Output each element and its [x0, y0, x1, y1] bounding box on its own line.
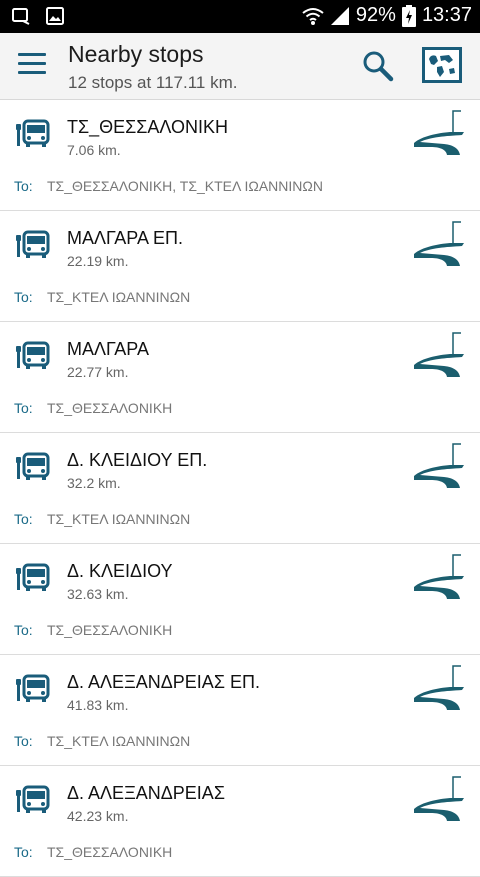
status-bar: 92% 13:37: [0, 0, 480, 33]
stop-list-item[interactable]: ΜΑΛΓΑΡΑ ΕΠ. 22.19 km. To: ΤΣ_ΚΤΕΛ ΙΩΑΝΝΙ…: [0, 211, 480, 322]
signal-icon: [330, 6, 349, 25]
status-indicators: 92% 13:37: [302, 4, 472, 27]
to-label: To:: [14, 178, 33, 194]
stop-distance: 22.77 km.: [67, 364, 129, 380]
clock: 13:37: [421, 4, 472, 26]
search-icon[interactable]: [362, 50, 394, 82]
destinations: ΤΣ_ΚΤΕΛ ΙΩΑΝΝΙΝΩΝ: [47, 289, 191, 305]
bus-stop-icon: [16, 230, 50, 258]
stop-name: Δ. ΚΛΕΙΔΙΟΥ ΕΠ.: [67, 450, 208, 470]
bus-stop-icon: [16, 452, 50, 480]
to-label: To:: [14, 400, 33, 416]
destinations: ΤΣ_ΘΕΣΣΑΛΟΝΙΚΗ: [47, 622, 173, 638]
stop-distance: 41.83 km.: [67, 697, 129, 713]
destinations: ΤΣ_ΘΕΣΣΑΛΟΝΙΚΗ: [47, 844, 173, 860]
gallery-icon: [46, 7, 64, 25]
cast-icon: [12, 8, 30, 25]
bus-stop-icon: [16, 674, 50, 702]
stop-list-item[interactable]: Δ. ΚΛΕΙΔΙΟΥ 32.63 km. To: ΤΣ_ΘΕΣΣΑΛΟΝΙΚΗ: [0, 544, 480, 655]
route-icon[interactable]: [412, 442, 466, 492]
stop-list-item[interactable]: Δ. ΑΛΕΞΑΝΔΡΕΙΑΣ ΕΠ. 41.83 km. To: ΤΣ_ΚΤΕ…: [0, 655, 480, 766]
to-label: To:: [14, 733, 33, 749]
to-label: To:: [14, 289, 33, 305]
stop-distance: 42.23 km.: [67, 808, 129, 824]
stop-distance: 22.19 km.: [67, 253, 129, 269]
route-icon[interactable]: [412, 220, 466, 270]
stop-distance: 7.06 km.: [67, 142, 121, 158]
to-label: To:: [14, 511, 33, 527]
stop-list-item[interactable]: Δ. ΑΛΕΞΑΝΔΡΕΙΑΣ 42.23 km. To: ΤΣ_ΘΕΣΣΑΛΟ…: [0, 766, 480, 877]
battery-percent: 92%: [355, 4, 396, 26]
stop-name: ΜΑΛΓΑΡΑ ΕΠ.: [67, 228, 183, 248]
to-label: To:: [14, 844, 33, 860]
stop-distance: 32.2 km.: [67, 475, 121, 491]
stop-list-item[interactable]: Δ. ΚΛΕΙΔΙΟΥ ΕΠ. 32.2 km. To: ΤΣ_ΚΤΕΛ ΙΩΑ…: [0, 433, 480, 544]
destinations: ΤΣ_ΘΕΣΣΑΛΟΝΙΚΗ, ΤΣ_ΚΤΕΛ ΙΩΑΝΝΙΝΩΝ: [47, 178, 323, 194]
stop-list: ΤΣ_ΘΕΣΣΑΛΟΝΙΚΗ 7.06 km. To: ΤΣ_ΘΕΣΣΑΛΟΝΙ…: [0, 100, 480, 877]
map-icon[interactable]: [422, 47, 462, 83]
stop-name: ΤΣ_ΘΕΣΣΑΛΟΝΙΚΗ: [67, 117, 229, 137]
route-icon[interactable]: [412, 553, 466, 603]
app-bar: Nearby stops 12 stops at 117.11 km.: [0, 33, 480, 100]
route-icon[interactable]: [412, 664, 466, 714]
bus-stop-icon: [16, 785, 50, 813]
status-notifications: [12, 7, 64, 25]
hamburger-icon[interactable]: [18, 53, 46, 77]
page-title: Nearby stops: [68, 41, 204, 67]
destinations: ΤΣ_ΚΤΕΛ ΙΩΑΝΝΙΝΩΝ: [47, 511, 191, 527]
stop-distance: 32.63 km.: [67, 586, 129, 602]
bus-stop-icon: [16, 119, 50, 147]
route-icon[interactable]: [412, 775, 466, 825]
stop-name: Δ. ΚΛΕΙΔΙΟΥ: [67, 561, 173, 581]
stop-list-item[interactable]: ΤΣ_ΘΕΣΣΑΛΟΝΙΚΗ 7.06 km. To: ΤΣ_ΘΕΣΣΑΛΟΝΙ…: [0, 100, 480, 211]
stop-name: Δ. ΑΛΕΞΑΝΔΡΕΙΑΣ ΕΠ.: [67, 672, 260, 692]
destinations: ΤΣ_ΚΤΕΛ ΙΩΑΝΝΙΝΩΝ: [47, 733, 191, 749]
battery-icon: [401, 4, 416, 27]
wifi-icon: [302, 7, 324, 25]
route-icon[interactable]: [412, 331, 466, 381]
stop-list-item[interactable]: ΜΑΛΓΑΡΑ 22.77 km. To: ΤΣ_ΘΕΣΣΑΛΟΝΙΚΗ: [0, 322, 480, 433]
destinations: ΤΣ_ΘΕΣΣΑΛΟΝΙΚΗ: [47, 400, 173, 416]
bus-stop-icon: [16, 341, 50, 369]
stop-name: ΜΑΛΓΑΡΑ: [67, 339, 149, 359]
route-icon[interactable]: [412, 109, 466, 159]
bus-stop-icon: [16, 563, 50, 591]
page-subtitle: 12 stops at 117.11 km.: [68, 73, 238, 92]
to-label: To:: [14, 622, 33, 638]
stop-name: Δ. ΑΛΕΞΑΝΔΡΕΙΑΣ: [67, 783, 225, 803]
